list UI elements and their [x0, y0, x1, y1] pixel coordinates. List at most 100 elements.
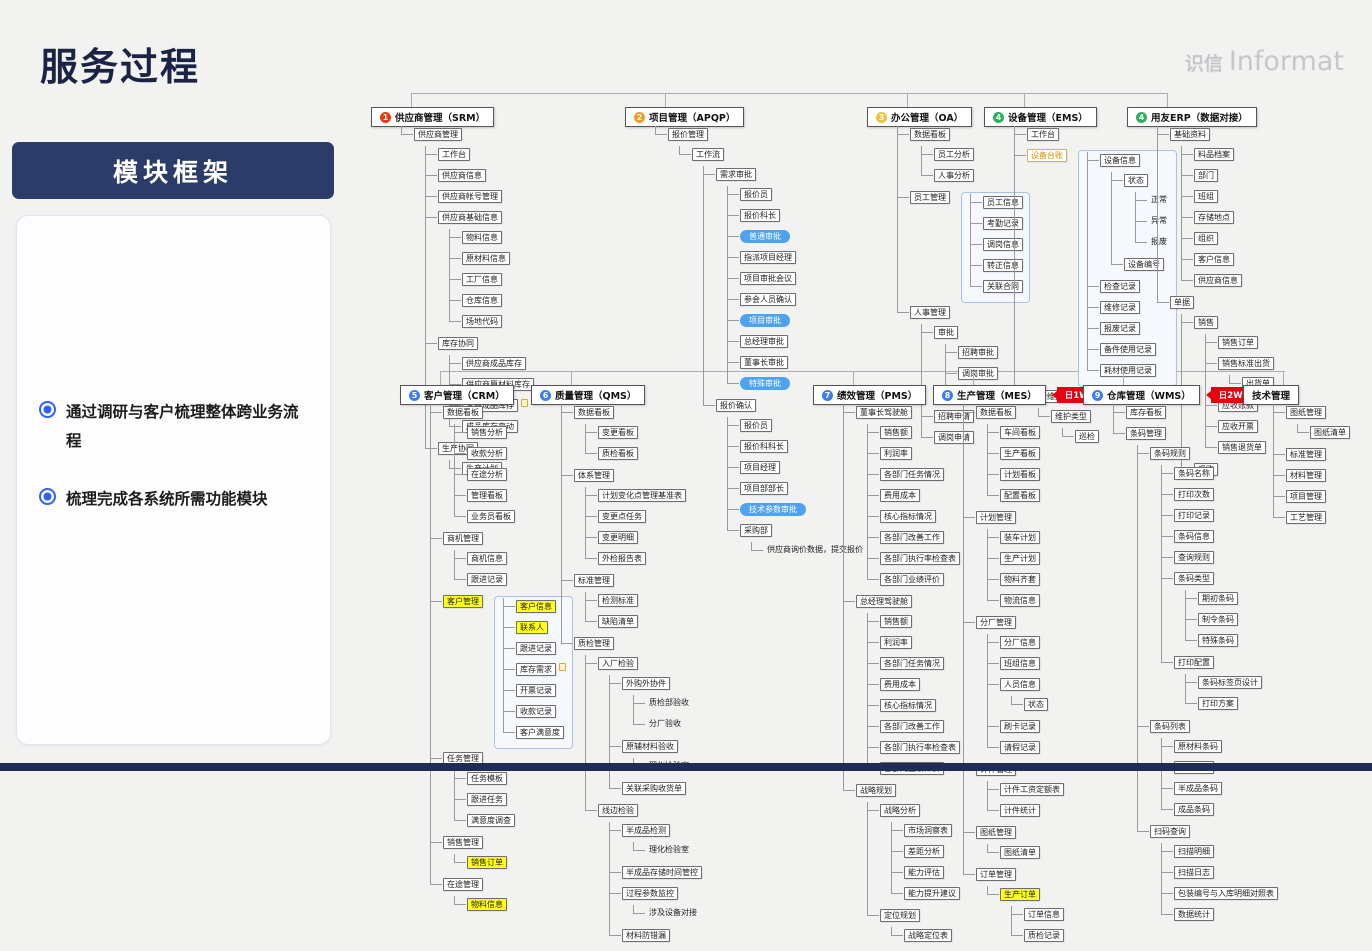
tree-node: 过程参数监控 — [622, 887, 678, 900]
tree-node: 请假记录 — [1000, 741, 1040, 754]
tree-branch: 期初条码 — [1185, 590, 1293, 613]
tree-node: 条码标签页设计 — [1198, 676, 1262, 689]
tree-node: 基础资料 — [1170, 128, 1210, 141]
tree-node: 跟进任务 — [467, 793, 507, 806]
tree-branch: 外购外协件 质检部验收 分厂验收 — [609, 675, 702, 740]
tree-node: 核心指标情况 — [880, 699, 936, 712]
tree-node: 生产计划 — [1000, 552, 1040, 565]
tree-branch: 项目审批 — [727, 312, 866, 335]
tree-branch: 条码类型 期初条码 制令条码 特殊条码 — [1161, 570, 1293, 656]
tree-root-wms: 9 仓库管理（WMS） — [1083, 385, 1200, 405]
tree-branch: 工作台 — [425, 146, 534, 169]
tree-node: 料品档案 — [1194, 148, 1234, 161]
tree-node: 销售额 — [880, 615, 912, 628]
tree-node: 数据统计 — [1174, 908, 1214, 921]
tree-branch: 供应商成品库存 — [449, 355, 534, 378]
tree-node: 战略规划 — [856, 784, 896, 797]
tree-branch: 工艺管理 — [1273, 509, 1350, 531]
tree-title: 技术管理 — [1252, 391, 1291, 402]
tree-title: 项目管理（APQP） — [649, 113, 736, 124]
tree-node: 条码名称 — [1174, 467, 1214, 480]
tree-branch: 料品档案 — [1181, 146, 1274, 169]
tree-number-badge: 6 — [540, 389, 551, 401]
tree-node: 员工分析 — [934, 148, 974, 161]
tree-node: 制令条码 — [1198, 613, 1238, 626]
tree-node: 半成品存储时间管控 — [622, 866, 702, 879]
tree-node: 报价确认 — [716, 399, 756, 412]
tree-node: 项目管理 — [1286, 490, 1326, 503]
tree-branch: 过程参数监控 涉及设备对接 — [609, 885, 702, 929]
tree-branch: 供应商信息 — [425, 167, 534, 190]
tree-node: 入厂检验 — [598, 657, 638, 670]
tree-node: 销售订单 — [467, 856, 507, 869]
tree-node: 图纸管理 — [1286, 406, 1326, 419]
tree-branch: 参会人员确认 — [727, 291, 866, 314]
tree-root-pms: 7 绩效管理（PMS） — [813, 385, 927, 405]
tree-node: 半成品条码 — [1174, 782, 1222, 795]
tree-node: 销售标准出货 — [1218, 357, 1274, 370]
tree-branch: 变更点任务 — [585, 508, 702, 531]
tree-node: 数据看板 — [574, 406, 614, 419]
tree-node: 班组信息 — [1000, 657, 1040, 670]
tree-root-qms: 6 质量管理（QMS） — [531, 385, 646, 405]
tree-qms: 6 质量管理（QMS） 数据看板 变更看板 质检看板 体系管理 计划变化点管理基准表 变更点任… — [531, 371, 702, 951]
approval-pill: 普通审批 — [740, 230, 790, 243]
tree-node: 查询规则 — [1174, 551, 1214, 564]
tree-node: 销售订单 — [1218, 336, 1258, 349]
tree-branch: 条码标签页设计 — [1185, 674, 1293, 697]
tree-node: 总经理驾驶舱 — [856, 595, 912, 608]
tree-node: 缺陷清单 — [598, 615, 638, 628]
tree-branch: 制令条码 — [1185, 611, 1293, 634]
tree-branch: 外检报告表 — [585, 550, 702, 572]
tree-node: 打印方案 — [1198, 697, 1238, 710]
tree-title: 供应商管理（SRM） — [395, 113, 486, 124]
tree-branch: 半成品存储时间管控 — [609, 864, 702, 887]
tree-branch: 材料防错漏 — [609, 927, 702, 949]
tree-node: 存储地点 — [1194, 211, 1234, 224]
tree-number-badge: 4 — [1136, 111, 1147, 123]
tree-node: 包装编号与入库明细对照表 — [1174, 887, 1278, 900]
tree-branch: 存储地点 — [1181, 209, 1274, 232]
tree-node: 收款分析 — [467, 447, 507, 460]
tree-node: 指派项目经理 — [740, 251, 796, 264]
tree-branch: 班组 — [1181, 188, 1274, 211]
tree-node: 条码规则 — [1150, 447, 1190, 460]
tree-node: 工作流 — [692, 148, 724, 161]
bottom-accent-bar — [0, 763, 1372, 771]
tree-branch: 入厂检验外购外协件质检部验收分厂验收原辅材料验收理化检验室关联采购收货单 — [585, 655, 702, 804]
tree-branch: 标准管理 检测标准 缺陷清单 — [561, 572, 702, 637]
tree-node: 工艺管理 — [1286, 511, 1326, 524]
tree-branch: 原材料条码 — [1161, 738, 1293, 761]
tree-branch: 物料信息 — [449, 229, 534, 252]
tree-node: 销售 — [1194, 316, 1218, 329]
tree-title: 质量管理（QMS） — [555, 391, 637, 402]
tree-node: 费用成本 — [880, 678, 920, 691]
tree-node: 报价科长 — [740, 209, 780, 222]
tree-root-tech: 技术管理 — [1243, 385, 1300, 405]
tree-branch: 工厂信息 — [449, 271, 534, 294]
tree-node: 班组 — [1194, 190, 1218, 203]
tree-node: 商机管理 — [443, 532, 483, 545]
tree-branch: 组织 — [1181, 230, 1274, 253]
tree-node: 总经理审批 — [740, 335, 788, 348]
tree-node: 变更明细 — [598, 531, 638, 544]
tree-node: 费用成本 — [880, 489, 920, 502]
tree-branch: 项目审批会议 — [727, 270, 866, 293]
tree-node: 图纸清单 — [1000, 846, 1040, 859]
tree-node: 场地代码 — [462, 315, 502, 328]
tree-branch: 打印方案 — [1185, 695, 1293, 717]
tree-branch: 普通审批 — [727, 228, 866, 251]
tree-branch: 供应商帐号管理 — [425, 188, 534, 211]
tree-title: 仓库管理（WMS） — [1107, 391, 1191, 402]
tree-title: 生产管理（MES） — [957, 391, 1037, 402]
tree-title: 用友ERP（数据对接） — [1151, 113, 1248, 124]
tree-node: 董事长审批 — [740, 356, 788, 369]
tree-node: 供应商成品库存 — [462, 357, 526, 370]
tree-node: 配置看板 — [1000, 489, 1040, 502]
tree-node: 战略分析 — [880, 804, 920, 817]
tree-number-badge: 3 — [876, 111, 887, 123]
tree-node: 满意度调查 — [467, 814, 515, 827]
tree-node: 项目部部长 — [740, 482, 788, 495]
tree-branch: 数据看板 变更看板 质检看板 — [561, 404, 702, 469]
tree-branch: 条码信息 — [1161, 528, 1293, 551]
